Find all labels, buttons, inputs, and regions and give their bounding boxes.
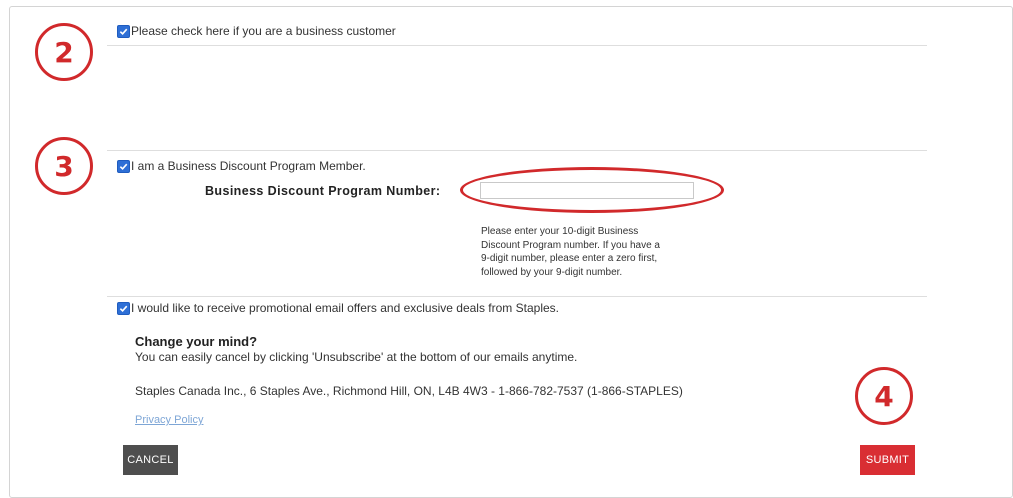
divider bbox=[107, 150, 927, 151]
step-2-annotation: 2 bbox=[35, 23, 93, 81]
discount-program-label: I am a Business Discount Program Member. bbox=[131, 159, 366, 173]
change-mind-heading: Change your mind? bbox=[135, 334, 258, 349]
help-line: Discount Program number. If you have a bbox=[481, 239, 660, 251]
discount-number-label: Business Discount Program Number: bbox=[205, 184, 441, 198]
check-icon bbox=[119, 163, 128, 171]
promo-email-label: I would like to receive promotional emai… bbox=[131, 301, 559, 315]
discount-number-help: Please enter your 10-digit Business Disc… bbox=[481, 225, 731, 279]
change-mind-body: You can easily cancel by clicking 'Unsub… bbox=[135, 350, 578, 364]
divider bbox=[107, 45, 927, 46]
privacy-policy-link[interactable]: Privacy Policy bbox=[135, 414, 203, 426]
step-3-annotation: 3 bbox=[35, 137, 93, 195]
step-4-annotation: 4 bbox=[855, 367, 913, 425]
divider bbox=[107, 296, 927, 297]
cancel-button[interactable]: CANCEL bbox=[123, 445, 178, 475]
help-line: 9-digit number, please enter a zero firs… bbox=[481, 253, 658, 264]
discount-program-checkbox[interactable] bbox=[117, 160, 130, 173]
company-address: Staples Canada Inc., 6 Staples Ave., Ric… bbox=[135, 384, 683, 398]
highlight-ellipse bbox=[460, 167, 724, 213]
help-line: followed by your 9-digit number. bbox=[481, 266, 623, 278]
promo-email-checkbox[interactable] bbox=[117, 302, 130, 315]
help-line: Please enter your 10-digit Business bbox=[481, 226, 639, 237]
business-customer-checkbox[interactable] bbox=[117, 25, 130, 38]
check-icon bbox=[119, 305, 128, 313]
check-icon bbox=[119, 28, 128, 36]
business-customer-label: Please check here if you are a business … bbox=[131, 24, 396, 38]
submit-button[interactable]: SUBMIT bbox=[860, 445, 915, 475]
